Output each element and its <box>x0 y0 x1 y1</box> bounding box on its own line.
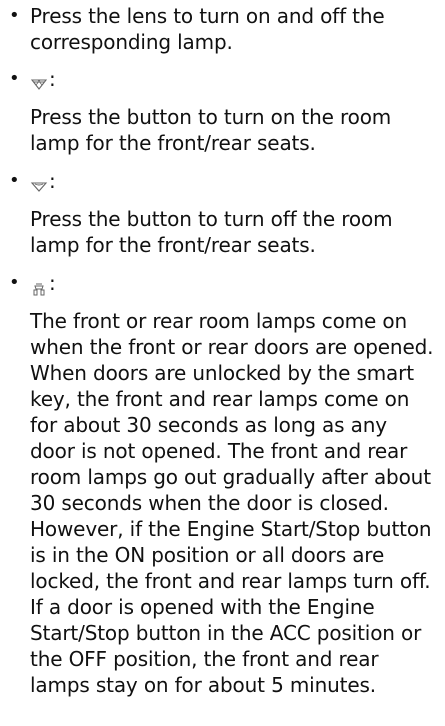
room-lamp-off-colon: : <box>49 169 56 193</box>
room-lamp-on-icon <box>30 72 48 90</box>
lens-instruction-text: Press the lens to turn on and off the co… <box>30 4 385 54</box>
room-lamp-on-description: Press the button to turn on the room lam… <box>30 105 392 155</box>
bullet-item-lens: • Press the lens to turn on and off the … <box>8 3 437 55</box>
bullet-marker: • <box>9 68 20 89</box>
room-lamp-on-colon: : <box>49 67 56 91</box>
door-lamp-symbol-row: : <box>30 270 437 296</box>
door-lamp-icon <box>30 276 48 296</box>
room-lamp-off-icon <box>30 174 48 192</box>
room-lamp-on-symbol-row: : <box>30 66 437 92</box>
room-lamp-off-symbol-row: : <box>30 168 437 194</box>
manual-page: • Press the lens to turn on and off the … <box>0 0 445 726</box>
bullet-marker: • <box>9 272 20 293</box>
bullet-item-door-lamp: • : The front or rear room lamps come on… <box>8 270 437 698</box>
bullet-item-room-lamp-on: • : Press the button to turn on the room… <box>8 66 437 156</box>
room-lamp-off-description: Press the button to turn off the room la… <box>30 207 393 257</box>
bullet-marker: • <box>9 5 20 26</box>
bullet-item-room-lamp-off: • : Press the button to turn off the roo… <box>8 168 437 258</box>
door-lamp-description: The front or rear room lamps come on whe… <box>30 309 434 697</box>
door-lamp-colon: : <box>49 271 56 295</box>
bullet-marker: • <box>9 170 20 191</box>
